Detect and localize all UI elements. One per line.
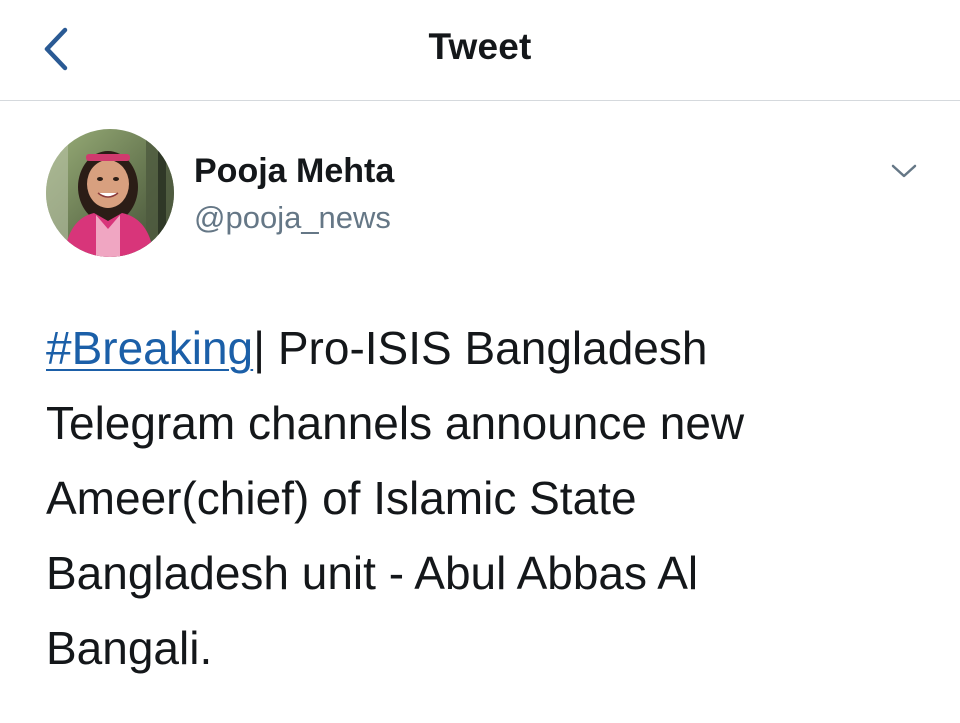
hashtag-link[interactable]: #Breaking — [46, 322, 253, 374]
author-handle[interactable]: @pooja_news — [194, 200, 391, 236]
profile-photo — [46, 129, 174, 257]
avatar[interactable] — [46, 129, 174, 257]
tweet-line: Ameer(chief) of Islamic State — [46, 472, 637, 524]
chevron-down-icon — [891, 164, 917, 178]
tweet-line: #Breaking| Pro-ISIS Bangladesh — [46, 311, 906, 386]
author-name[interactable]: Pooja Mehta — [194, 152, 394, 191]
tweet-line: Telegram channels announce new — [46, 397, 745, 449]
tweet-line-text: | Pro-ISIS Bangladesh — [253, 322, 708, 374]
navigation-bar: Tweet — [0, 0, 960, 101]
tweet-text: #Breaking| Pro-ISIS Bangladesh Telegram … — [46, 311, 906, 686]
more-options-button[interactable] — [880, 151, 928, 191]
tweet-detail: Pooja Mehta @pooja_news #Breaking| Pro-I… — [0, 101, 960, 723]
tweet-line: Bangladesh unit - Abul Abbas Al — [46, 547, 699, 599]
page-title: Tweet — [428, 26, 532, 67]
tweet-line: Bangali. — [46, 622, 213, 674]
